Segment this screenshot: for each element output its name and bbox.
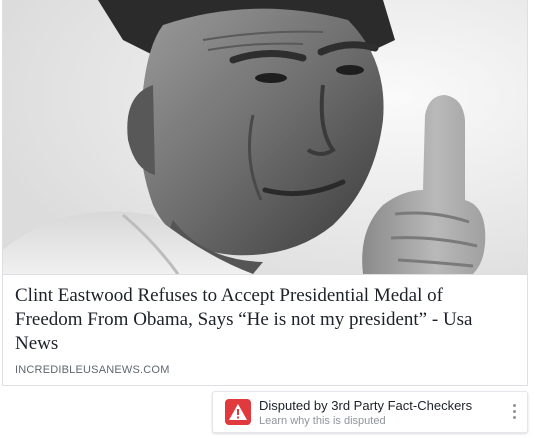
- learn-why-link[interactable]: Learn why this is disputed: [259, 414, 386, 428]
- dispute-title: Disputed by 3rd Party Fact-Checkers: [259, 398, 473, 413]
- article-headline[interactable]: Clint Eastwood Refuses to Accept Preside…: [15, 284, 515, 356]
- source-domain[interactable]: INCREDIBLEUSANEWS.COM: [15, 364, 170, 376]
- link-preview-card[interactable]: Clint Eastwood Refuses to Accept Preside…: [2, 0, 528, 386]
- photo-divider: [3, 274, 527, 275]
- disputed-banner[interactable]: Disputed by 3rd Party Fact-Checkers Lear…: [212, 391, 528, 433]
- warning-triangle-icon: [225, 399, 251, 425]
- portrait-illustration: [3, 0, 527, 274]
- article-photo[interactable]: [3, 0, 527, 274]
- more-vertical-icon[interactable]: [511, 404, 517, 422]
